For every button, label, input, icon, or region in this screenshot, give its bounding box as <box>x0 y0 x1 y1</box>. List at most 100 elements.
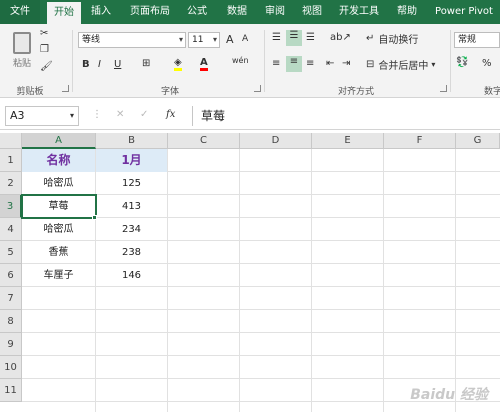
paste-icon <box>13 31 31 54</box>
number-format-select[interactable]: 常规 <box>454 32 500 48</box>
column-header-g[interactable]: G <box>456 133 500 149</box>
italic-button[interactable]: I <box>98 59 101 70</box>
chevron-down-icon[interactable]: ▾ <box>70 111 74 120</box>
tab-review[interactable]: 审阅 <box>260 0 290 24</box>
phonetic-button[interactable]: wén <box>232 56 249 65</box>
row-header-8[interactable]: 8 <box>0 310 22 333</box>
increase-indent-icon[interactable]: ⇥ <box>342 58 350 69</box>
font-name-value: 等线 <box>82 35 101 45</box>
ribbon: 粘贴 ✂ ❐ 🖌 剪贴板 等线 ▾ 11 ▾ A A B I U ⊞ ◈ A w… <box>0 24 500 98</box>
row-header-4[interactable]: 4 <box>0 218 22 241</box>
tab-view[interactable]: 视图 <box>297 0 327 24</box>
tab-formulas[interactable]: 公式 <box>182 0 212 24</box>
tab-data[interactable]: 数据 <box>222 0 252 24</box>
tab-page-layout[interactable]: 页面布局 <box>126 0 174 24</box>
gridline <box>455 149 456 412</box>
row-header-9[interactable]: 9 <box>0 333 22 356</box>
tab-file[interactable]: 文件 <box>0 0 40 24</box>
column-header-f[interactable]: F <box>384 133 456 149</box>
worksheet-grid[interactable]: A B C D E F G 1 2 3 4 5 6 7 8 9 10 11 名称… <box>0 133 500 412</box>
cell-a1[interactable]: 名称 <box>22 149 95 172</box>
cell-a2[interactable]: 哈密瓜 <box>22 172 95 195</box>
row-header-3[interactable]: 3 <box>0 195 22 218</box>
number-format-value: 常规 <box>458 35 477 45</box>
enter-icon[interactable]: ✓ <box>140 109 148 120</box>
alignment-launcher-icon[interactable] <box>440 85 447 92</box>
row-header-10[interactable]: 10 <box>0 356 22 379</box>
align-left-icon[interactable]: ≡ <box>272 58 280 69</box>
row-header-6[interactable]: 6 <box>0 264 22 287</box>
cell-b2[interactable]: 125 <box>96 172 167 195</box>
font-color-icon[interactable]: A <box>200 57 208 71</box>
row-header-11[interactable]: 11 <box>0 379 22 402</box>
align-top-icon[interactable]: ☰ <box>272 32 281 43</box>
gridline <box>239 149 240 412</box>
align-center-icon[interactable]: ≡ <box>286 56 302 72</box>
fill-color-icon[interactable]: ◈ <box>174 57 182 71</box>
percent-button[interactable]: % <box>482 58 492 69</box>
column-header-d[interactable]: D <box>240 133 312 149</box>
gridline <box>22 309 500 310</box>
gridline <box>22 355 500 356</box>
divider <box>450 30 451 92</box>
font-launcher-icon[interactable] <box>254 85 261 92</box>
tab-help[interactable]: 帮助 <box>392 0 422 24</box>
fill-handle[interactable] <box>92 215 97 220</box>
column-header-b[interactable]: B <box>96 133 168 149</box>
merge-icon: ⊟ <box>366 58 375 70</box>
copy-icon[interactable]: ❐ <box>40 44 49 55</box>
align-middle-icon[interactable]: ☰ <box>286 30 302 46</box>
gridline <box>167 149 168 412</box>
cell-a4[interactable]: 哈密瓜 <box>22 218 95 241</box>
cell-b5[interactable]: 238 <box>96 241 167 264</box>
bold-button[interactable]: B <box>82 59 90 70</box>
tab-power-pivot[interactable]: Power Pivot <box>432 0 496 24</box>
font-name-select[interactable]: 等线 ▾ <box>78 32 186 48</box>
accounting-format-icon[interactable]: 💱 <box>456 57 468 68</box>
cancel-icon[interactable]: ✕ <box>116 109 124 120</box>
align-bottom-icon[interactable]: ☰ <box>306 32 315 43</box>
shrink-font-button[interactable]: A <box>242 34 248 44</box>
borders-icon[interactable]: ⊞ <box>142 58 150 69</box>
tab-developer[interactable]: 开发工具 <box>336 0 382 24</box>
merge-center-label: 合并后居中 <box>378 60 429 72</box>
clipboard-launcher-icon[interactable] <box>62 85 69 92</box>
formula-bar: A3 ▾ ⋮ ✕ ✓ fx 草莓 <box>0 100 500 130</box>
name-box[interactable]: A3 <box>5 106 79 126</box>
cell-b4[interactable]: 234 <box>96 218 167 241</box>
cell-a6[interactable]: 车厘子 <box>22 264 95 287</box>
align-right-icon[interactable]: ≡ <box>306 58 314 69</box>
font-size-select[interactable]: 11 ▾ <box>188 32 220 48</box>
row-header-2[interactable]: 2 <box>0 172 22 195</box>
ribbon-tab-bar: 文件 开始 插入 页面布局 公式 数据 审阅 视图 开发工具 帮助 Power … <box>0 0 500 24</box>
cell-b6[interactable]: 146 <box>96 264 167 287</box>
paste-button[interactable]: 粘贴 <box>8 28 36 72</box>
formula-input[interactable]: 草莓 <box>192 106 500 126</box>
merge-center-button[interactable]: ⊟ 合并后居中 ▾ <box>366 56 446 72</box>
column-header-c[interactable]: C <box>168 133 240 149</box>
insert-function-button[interactable]: fx <box>166 109 175 120</box>
cell-a5[interactable]: 香蕉 <box>22 241 95 264</box>
grow-font-button[interactable]: A <box>226 33 234 46</box>
active-cell-border <box>21 194 97 219</box>
cell-b3[interactable]: 413 <box>96 195 167 218</box>
row-header-7[interactable]: 7 <box>0 287 22 310</box>
column-header-a[interactable]: A <box>22 133 96 149</box>
orientation-icon[interactable]: ab↗ <box>330 32 351 43</box>
chevron-down-icon: ▾ <box>431 59 436 69</box>
cut-icon[interactable]: ✂ <box>40 28 48 39</box>
row-header-5[interactable]: 5 <box>0 241 22 264</box>
tab-home[interactable]: 开始 <box>47 2 81 24</box>
underline-button[interactable]: U <box>114 59 121 70</box>
row-header-1[interactable]: 1 <box>0 149 22 172</box>
column-header-e[interactable]: E <box>312 133 384 149</box>
divider <box>264 30 265 92</box>
format-painter-icon[interactable]: 🖌 <box>40 61 53 72</box>
tab-insert[interactable]: 插入 <box>86 0 116 24</box>
font-size-value: 11 <box>192 35 204 45</box>
select-all-corner[interactable] <box>0 133 22 149</box>
chevron-down-icon: ▾ <box>178 35 183 44</box>
wrap-text-button[interactable]: ↵ 自动换行 <box>366 30 434 46</box>
cell-b1[interactable]: 1月 <box>96 149 167 172</box>
decrease-indent-icon[interactable]: ⇤ <box>326 58 334 69</box>
